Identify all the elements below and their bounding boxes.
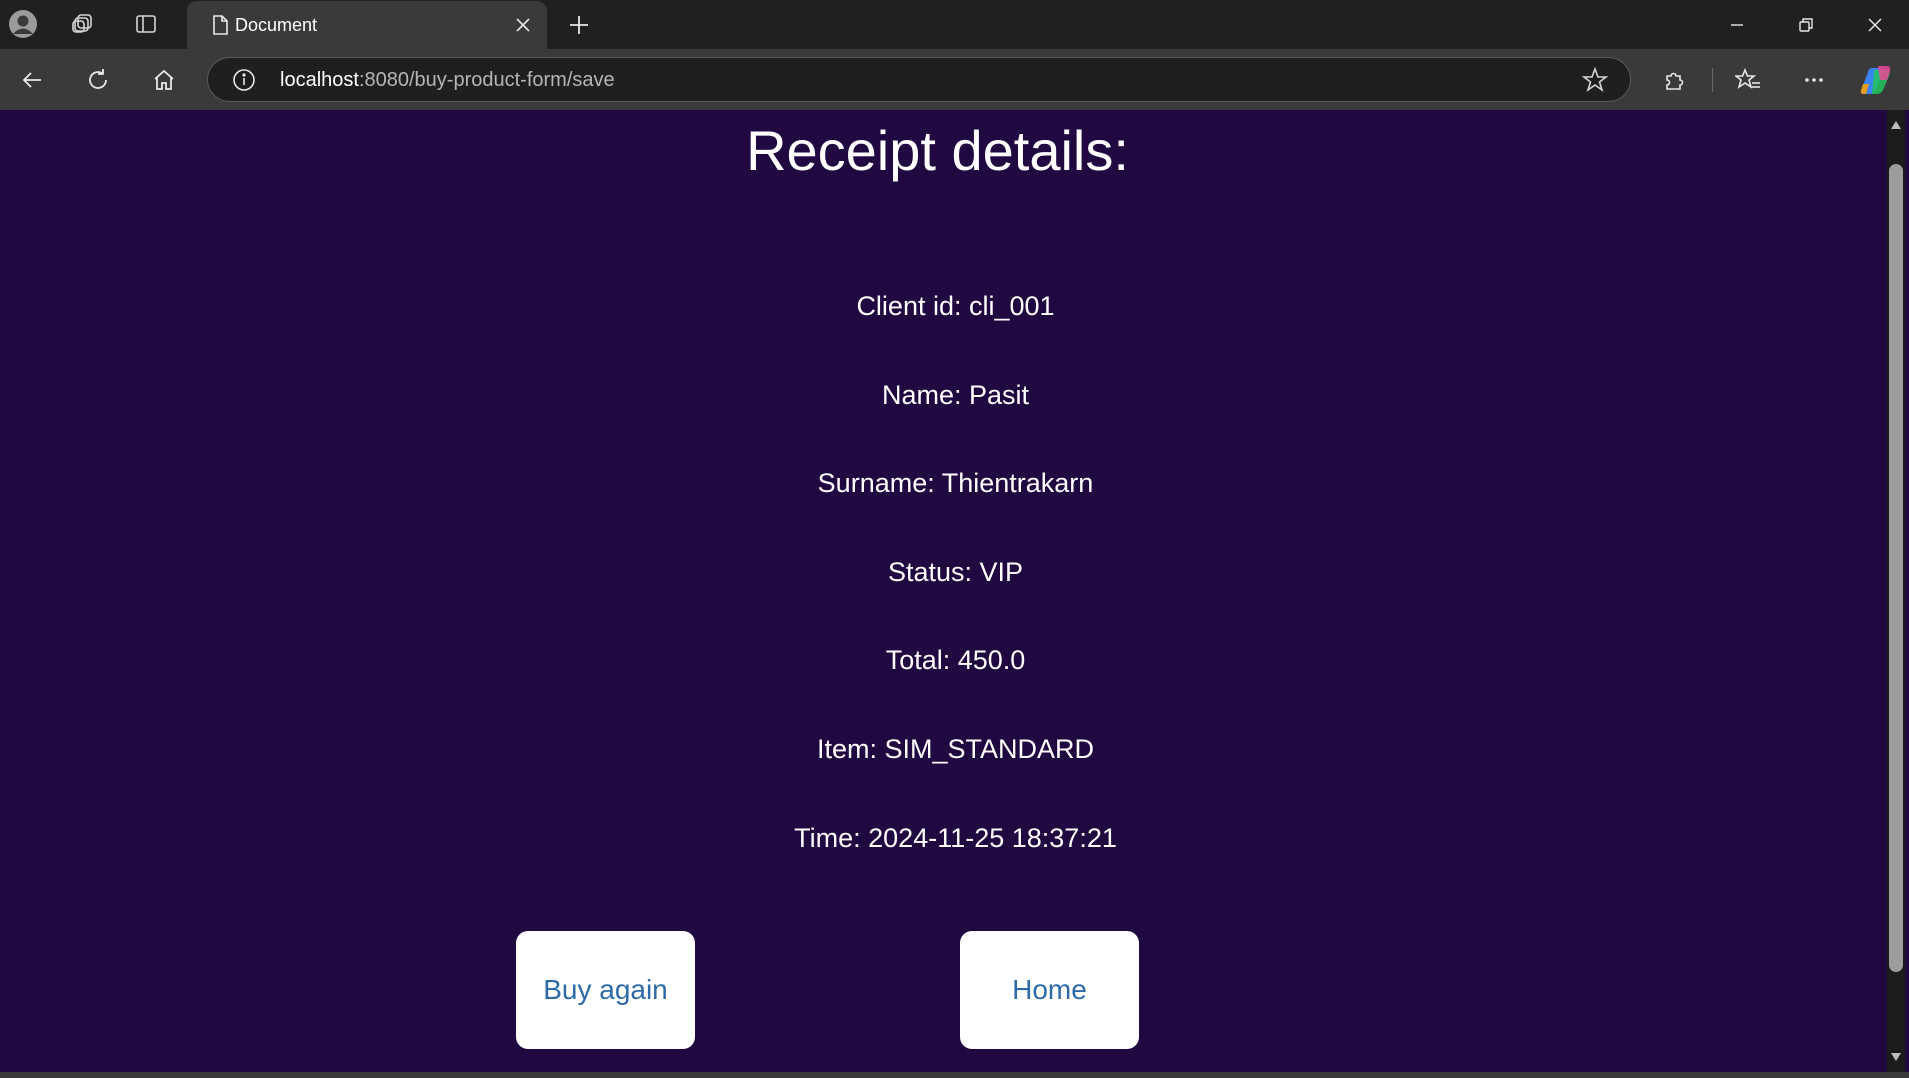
url-path: :8080/buy-product-form/save [358,69,615,91]
tab-document[interactable]: Document [187,1,547,49]
document-icon [209,14,231,36]
scroll-down-arrow-icon[interactable] [1883,1046,1909,1068]
restore-icon[interactable] [1772,0,1840,49]
status-text: Status: VIP [887,556,1024,587]
receipt-details: Client id: cli_001 Name: Pasit Surname: … [0,274,1883,894]
copilot-icon[interactable] [1859,63,1893,97]
more-ellipsis-icon[interactable] [1797,63,1831,97]
item-text: Item: SIM_STANDARD [816,733,1095,764]
tab-title: Document [235,15,318,35]
scrollbar-track[interactable] [1887,110,1905,1072]
back-arrow-icon[interactable] [15,63,49,97]
close-window-icon[interactable] [1841,0,1909,49]
page-viewport: Receipt details: Client id: cli_001 Name… [0,110,1883,1072]
scroll-up-arrow-icon[interactable] [1883,114,1909,136]
close-tab-icon[interactable] [509,11,537,39]
workspaces-icon[interactable] [67,8,99,40]
client-id-text: Client id: cli_001 [856,291,1055,321]
url-host: localhost [280,69,359,91]
buy-again-button[interactable]: Buy again [516,931,695,1049]
tab-actions-icon[interactable] [130,8,162,40]
scrollbar-thumb[interactable] [1889,164,1903,972]
toolbar-divider [1712,68,1713,92]
extensions-puzzle-icon[interactable] [1658,63,1692,97]
profile-avatar-icon[interactable] [7,8,39,40]
vertical-scrollbar[interactable] [1883,110,1909,1072]
home-button[interactable]: Home [960,931,1139,1049]
favorites-icon[interactable] [1731,63,1765,97]
new-tab-plus-icon[interactable] [562,8,596,42]
window-bottom-border [0,1072,1909,1078]
site-info-icon[interactable] [232,68,256,92]
browser-toolbar: localhost:8080/buy-product-form/save [0,49,1909,110]
add-favorite-star-icon[interactable] [1581,66,1609,93]
refresh-icon[interactable] [81,63,115,97]
page-title: Receipt details: [746,119,1129,182]
url-text[interactable]: localhost:8080/buy-product-form/save [280,69,615,92]
browser-tab-bar: Document [0,0,1909,49]
time-text: Time: 2024-11-25 18:37:21 [794,822,1117,853]
total-text: Total: 450.0 [885,645,1026,676]
address-bar[interactable]: localhost:8080/buy-product-form/save [207,57,1631,102]
surname-text: Surname: Thientrakarn [817,468,1094,499]
minimize-icon[interactable] [1703,0,1771,49]
name-text: Name: Pasit [881,379,1030,410]
home-icon[interactable] [147,63,181,97]
